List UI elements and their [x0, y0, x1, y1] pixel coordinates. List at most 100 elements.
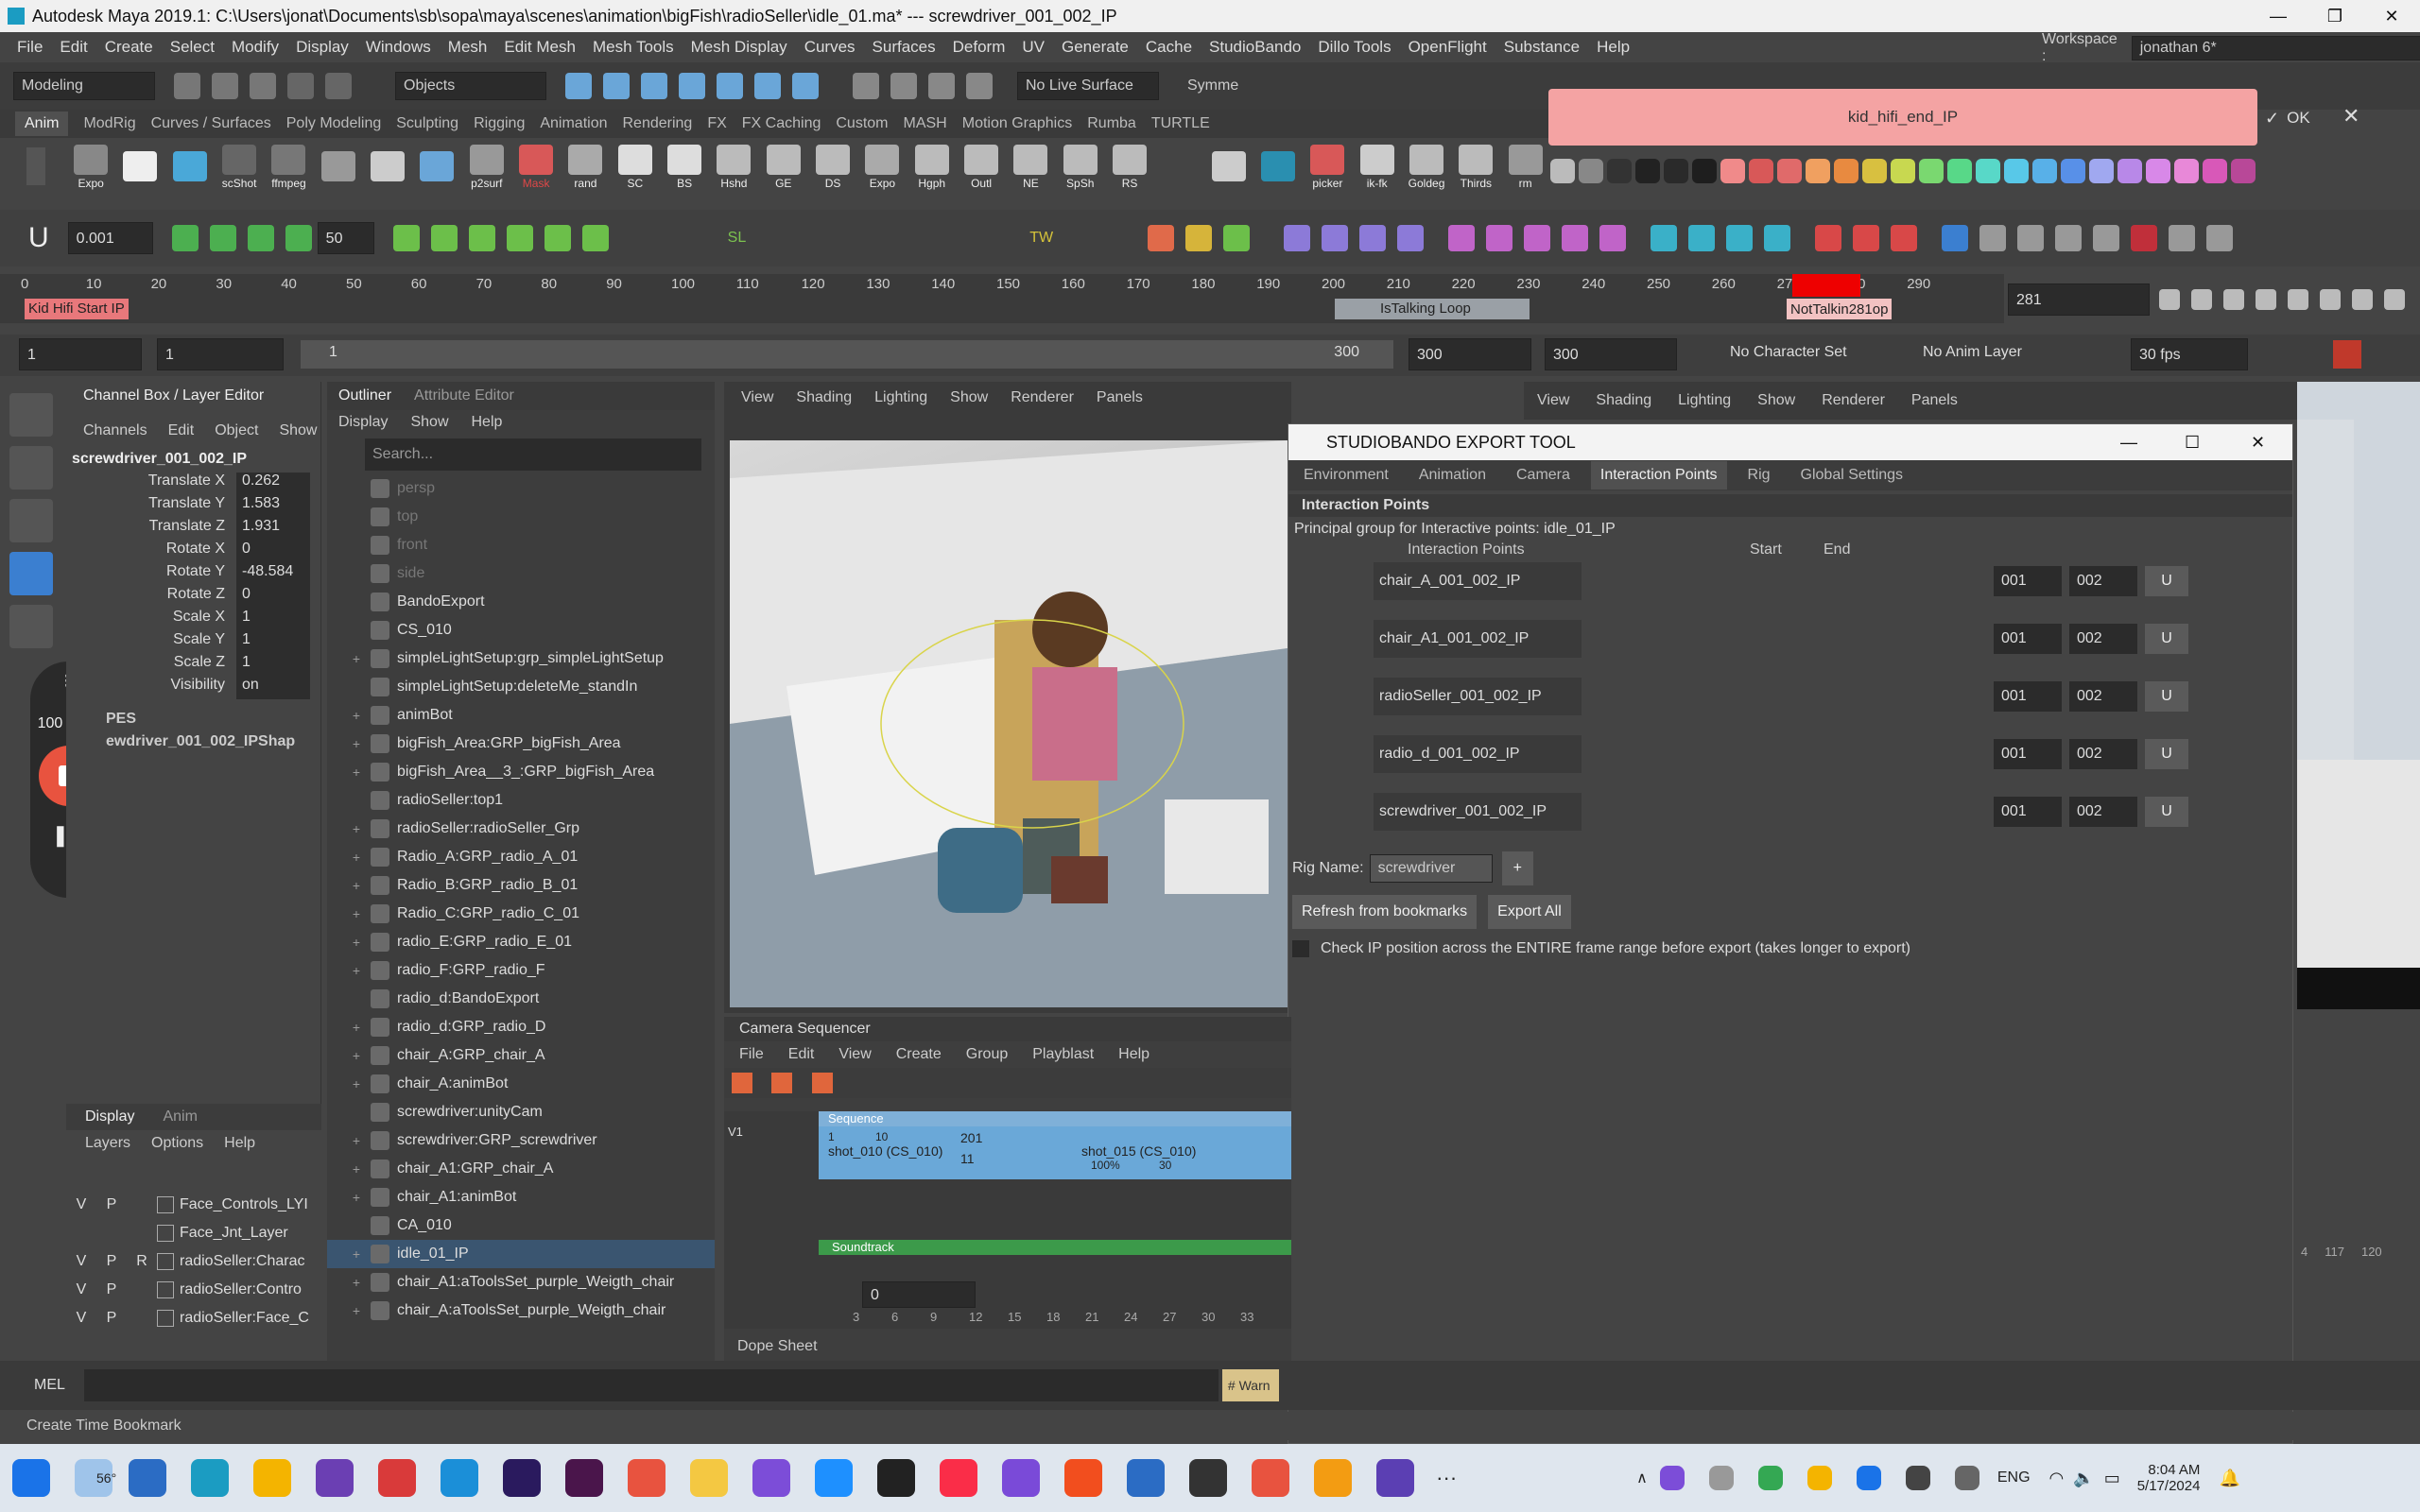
after-effects-app-icon[interactable]: [503, 1459, 542, 1497]
shelf-button-8[interactable]: p2surf: [463, 145, 510, 190]
layer-visible-toggle[interactable]: V: [66, 1196, 96, 1213]
export-tab-2[interactable]: Camera: [1516, 467, 1570, 484]
menu-mesh-display[interactable]: Mesh Display: [691, 38, 787, 57]
ip-start-field[interactable]: 001: [1994, 681, 2062, 712]
ip-name-field[interactable]: screwdriver_001_002_IP: [1374, 793, 1582, 831]
layer-menu-1[interactable]: Options: [151, 1135, 203, 1152]
live-surface-select[interactable]: No Live Surface: [1017, 72, 1159, 100]
outliner-item[interactable]: + chair_A:aToolsSet_purple_Weigth_chair: [327, 1297, 715, 1325]
clock[interactable]: 8:04 AM 5/17/2024: [2137, 1462, 2201, 1494]
save-scene-icon[interactable]: [250, 73, 276, 99]
current-frame-field[interactable]: 281: [2008, 284, 2150, 316]
refresh-bookmarks-button[interactable]: Refresh from bookmarks: [1292, 895, 1478, 929]
ip-update-button[interactable]: U: [2145, 739, 2188, 769]
menu-dillo-tools[interactable]: Dillo Tools: [1318, 38, 1391, 57]
more-apps-icon[interactable]: ···: [1436, 1466, 1457, 1490]
sequencer-menu-6[interactable]: Help: [1118, 1046, 1150, 1063]
shot2-label[interactable]: shot_015 (CS_010): [1081, 1143, 1196, 1159]
expand-icon[interactable]: +: [346, 1048, 367, 1063]
export-tab-5[interactable]: Global Settings: [1801, 467, 1904, 484]
ip-end-field[interactable]: 002: [2069, 739, 2137, 769]
dope-sheet-tab[interactable]: Dope Sheet: [737, 1338, 818, 1355]
expand-icon[interactable]: +: [346, 1246, 367, 1262]
channel-attr-row[interactable]: Scale Z 1: [66, 654, 320, 677]
render-icon[interactable]: [853, 73, 879, 99]
menu-file[interactable]: File: [17, 38, 43, 57]
color-swatch-3[interactable]: [1635, 159, 1660, 183]
hypershade-icon[interactable]: [966, 73, 993, 99]
weather[interactable]: 56°: [62, 1459, 116, 1497]
key-paste-icon[interactable]: [544, 225, 571, 251]
outliner-tab-1[interactable]: Attribute Editor: [414, 387, 514, 404]
outliner-item[interactable]: + chair_A:animBot: [327, 1070, 715, 1098]
explorer-app-icon[interactable]: [690, 1459, 729, 1497]
outliner-item[interactable]: CA_010: [327, 1211, 715, 1240]
channel-attr-row[interactable]: Rotate Z 0: [66, 586, 320, 609]
anim-start-field[interactable]: 1: [19, 338, 142, 370]
app10-icon[interactable]: [628, 1459, 666, 1497]
playback-start-field[interactable]: 1: [157, 338, 284, 370]
shelf-button-9[interactable]: Mask: [512, 145, 560, 190]
sequencer-frame-field[interactable]: 0: [862, 1281, 976, 1308]
tw-label[interactable]: TW: [1029, 230, 1053, 247]
terminal-app-icon[interactable]: [1189, 1459, 1228, 1497]
start-icon[interactable]: [12, 1459, 50, 1497]
color-swatch-4[interactable]: [1664, 159, 1688, 183]
outliner-menu-1[interactable]: Show: [410, 414, 448, 431]
shelf-button-22[interactable]: [1155, 151, 1202, 183]
shelf-button-7[interactable]: [413, 151, 460, 183]
shelf-button-25[interactable]: picker: [1304, 145, 1351, 190]
layer-color-icon[interactable]: [157, 1310, 174, 1327]
ipr-icon[interactable]: [890, 73, 917, 99]
layer-playback-toggle[interactable]: P: [96, 1281, 127, 1298]
export-tab-1[interactable]: Animation: [1419, 467, 1486, 484]
expand-icon[interactable]: +: [346, 850, 367, 865]
ip-start-field[interactable]: 001: [1994, 797, 2062, 827]
shelf-button-6[interactable]: [364, 151, 411, 183]
export-maximize-icon[interactable]: ☐: [2185, 433, 2200, 453]
shelf-button-17[interactable]: Hgph: [908, 145, 956, 190]
character-set[interactable]: No Character Set: [1730, 344, 1847, 361]
bookmark-name-field[interactable]: kid_hifi_end_IP: [1548, 89, 2257, 146]
shelf-button-15[interactable]: DS: [809, 145, 856, 190]
expand-icon[interactable]: +: [346, 963, 367, 978]
magnifier-icon[interactable]: [2206, 225, 2234, 251]
run-icon[interactable]: [1397, 225, 1425, 251]
outliner-item[interactable]: + chair_A1:GRP_chair_A: [327, 1155, 715, 1183]
layer-row[interactable]: Face_Jnt_Layer: [66, 1219, 321, 1247]
channel-attr-row[interactable]: Translate Y 1.583: [66, 495, 320, 518]
layer-color-icon[interactable]: [157, 1196, 174, 1213]
export-tab-4[interactable]: Rig: [1748, 467, 1771, 484]
outliner-menu-2[interactable]: Help: [472, 414, 503, 431]
expand-icon[interactable]: +: [346, 1076, 367, 1091]
anim-end-field[interactable]: 300: [1545, 338, 1677, 370]
shelf-button-29[interactable]: rm: [1502, 145, 1549, 190]
outliner-item[interactable]: + chair_A1:animBot: [327, 1183, 715, 1211]
color-swatch-17[interactable]: [2032, 159, 2057, 183]
layer-color-icon[interactable]: [157, 1253, 174, 1270]
battery-icon[interactable]: ▭: [2104, 1469, 2120, 1488]
viewport2-menu-3[interactable]: Show: [1757, 392, 1795, 409]
shelf-button-19[interactable]: NE: [1007, 145, 1054, 190]
move-tool-icon[interactable]: [9, 552, 53, 595]
color-swatch-9[interactable]: [1806, 159, 1830, 183]
outliner-item[interactable]: BandoExport: [327, 588, 715, 616]
bookmark-add-icon[interactable]: [1891, 225, 1918, 251]
menu-edit-mesh[interactable]: Edit Mesh: [504, 38, 576, 57]
color-swatch-6[interactable]: [1720, 159, 1745, 183]
7zip-app-icon[interactable]: [877, 1459, 916, 1497]
ip-start-field[interactable]: 001: [1994, 566, 2062, 596]
shelf-button-21[interactable]: RS: [1106, 145, 1153, 190]
tray-drive-icon[interactable]: [1757, 1466, 1783, 1490]
color-swatch-15[interactable]: [1976, 159, 2000, 183]
outliner-item[interactable]: CS_010: [327, 616, 715, 644]
channel-menu-1[interactable]: Edit: [168, 422, 195, 439]
menu-openflight[interactable]: OpenFlight: [1409, 38, 1487, 57]
layer-playback-toggle[interactable]: P: [96, 1253, 127, 1270]
expand-icon[interactable]: +: [346, 651, 367, 666]
shelf-tab-10[interactable]: Custom: [836, 115, 888, 132]
ip-name-field[interactable]: chair_A_001_002_IP: [1374, 562, 1582, 600]
shelf-tab-14[interactable]: TURTLE: [1151, 115, 1210, 132]
grid-icon[interactable]: [1599, 225, 1627, 251]
gears-icon[interactable]: [2017, 225, 2045, 251]
